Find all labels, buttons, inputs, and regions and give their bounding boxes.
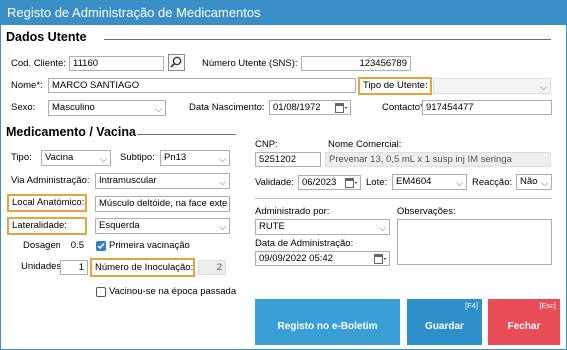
- sexo-label: Sexo:: [11, 102, 36, 113]
- contacto-label: Contacto*:: [382, 102, 427, 113]
- data-administracao-label: Data de Administração:: [255, 238, 354, 249]
- subtipo-label: Subtipo:: [120, 152, 155, 163]
- chevron-down-icon: ⌵: [219, 222, 226, 232]
- guardar-label: Guardar: [425, 321, 464, 332]
- nome-comercial-label: Nome Comercial:: [328, 139, 402, 150]
- via-administracao-value: Intramuscular: [99, 175, 157, 186]
- calendar-icon[interactable]: [374, 254, 387, 264]
- chevron-down-icon: ⌵: [379, 223, 386, 233]
- cod-cliente-label: Cod. Cliente:: [11, 58, 66, 69]
- section-title-dados-utente: Dados Utente: [6, 30, 87, 44]
- chevron-down-icon: ⌵: [219, 200, 226, 210]
- primeira-vacinacao-checkbox[interactable]: [96, 241, 106, 251]
- local-anatomico-label: Local Anatómico:: [12, 197, 85, 208]
- sexo-value: Masculino: [52, 102, 95, 113]
- data-administracao-input[interactable]: 09/09/2022 05:42: [255, 251, 390, 266]
- cnp-label: CNP:: [255, 139, 278, 150]
- title-bar: Registo de Administração de Medicamentos: [1, 1, 566, 25]
- primeira-vacinacao-label: Primeira vacinação: [109, 240, 190, 251]
- registo-eboletim-label: Registo no e-Boletim: [277, 321, 378, 332]
- via-administracao-label: Via Administração:: [11, 175, 90, 186]
- numero-utente-input[interactable]: 123456789: [301, 56, 411, 71]
- numero-utente-label: Número Utente (SNS):: [202, 58, 298, 69]
- guardar-button[interactable]: [F4] Guardar: [407, 299, 482, 345]
- nome-comercial-input: Prevenar 13, 0,5 mL x 1 susp inj IM seri…: [325, 152, 551, 167]
- registo-eboletim-button[interactable]: Registo no e-Boletim: [255, 299, 400, 345]
- lote-select[interactable]: EM4604 ⌵: [392, 174, 467, 190]
- observacoes-textarea[interactable]: [397, 219, 552, 265]
- data-administracao-value: 09/09/2022 05:42: [259, 253, 333, 264]
- dosagem-input[interactable]: 0.5: [60, 238, 88, 253]
- guardar-shortcut: [F4]: [465, 301, 478, 310]
- lateralidade-label: Lateralidade:: [12, 220, 67, 231]
- numero-inoculacao-label: Número de Inoculação:: [95, 262, 194, 273]
- chevron-down-icon: ⌵: [456, 178, 463, 188]
- cod-cliente-input[interactable]: 11160: [69, 56, 164, 71]
- tipo-label: Tipo:: [11, 152, 32, 163]
- app-window: Registo de Administração de Medicamentos…: [0, 0, 567, 350]
- window-title: Registo de Administração de Medicamentos: [7, 5, 261, 20]
- fechar-button[interactable]: [Esc] Fechar: [488, 299, 560, 345]
- cnp-input[interactable]: 5251202: [255, 152, 321, 167]
- unidades-label: Unidades:: [21, 261, 64, 272]
- vacinou-checkbox[interactable]: [96, 287, 106, 297]
- reaccao-label: Reacção:: [472, 177, 513, 188]
- sexo-select[interactable]: Masculino ⌵: [48, 100, 166, 116]
- tipo-select[interactable]: Vacina ⌵: [41, 150, 111, 166]
- validade-value: 06/2023: [302, 177, 337, 188]
- check-icon: [97, 243, 105, 250]
- vacinou-label: Vacinou-se na época passada: [109, 286, 237, 297]
- subtipo-select[interactable]: Pn13 ⌵: [160, 150, 230, 166]
- subtipo-value: Pn13: [164, 152, 187, 163]
- administrado-label: Administrado por:: [255, 206, 330, 217]
- local-anatomico-value: Músculo deltóide, na face exte: [99, 198, 228, 209]
- reaccao-select[interactable]: Não ⌵: [516, 174, 552, 190]
- administrado-select[interactable]: RUTE ⌵: [255, 219, 390, 235]
- fechar-shortcut: [Esc]: [539, 301, 556, 310]
- tipo-value: Vacina: [45, 152, 74, 163]
- nome-label: Nome*:: [11, 80, 43, 91]
- tipo-utente-select[interactable]: ⌵: [433, 78, 551, 94]
- search-button[interactable]: [168, 54, 185, 71]
- local-anatomico-select[interactable]: Músculo deltóide, na face exte ⌵: [95, 196, 230, 212]
- section-title-medicamento: Medicamento / Vacina: [6, 125, 136, 139]
- nome-input[interactable]: MARCO SANTIAGO: [48, 78, 356, 93]
- section-divider: [104, 39, 551, 40]
- chevron-down-icon: ⌵: [219, 154, 226, 164]
- data-nascimento-value: 01/08/1972: [273, 102, 321, 113]
- tipo-utente-label: Tipo de Utente:: [363, 80, 428, 91]
- column-divider: [255, 198, 552, 199]
- section-divider: [137, 134, 236, 135]
- calendar-icon[interactable]: [335, 103, 348, 113]
- administrado-value: RUTE: [259, 221, 285, 232]
- lateralidade-select[interactable]: Esquerda ⌵: [95, 218, 230, 234]
- unidades-input[interactable]: 1: [60, 260, 88, 275]
- chevron-down-icon: ⌵: [219, 177, 226, 187]
- chevron-down-icon: ⌵: [155, 104, 162, 114]
- observacoes-label: Observações:: [397, 206, 456, 217]
- lote-label: Lote:: [366, 177, 388, 188]
- chevron-down-icon: ⌵: [100, 154, 107, 164]
- chevron-down-icon: ⌵: [540, 82, 547, 92]
- via-administracao-select[interactable]: Intramuscular ⌵: [95, 173, 230, 189]
- numero-inoculacao-input: 2: [198, 260, 226, 275]
- lateralidade-value: Esquerda: [99, 220, 140, 231]
- validade-input[interactable]: 06/2023: [298, 175, 361, 190]
- lote-value: EM4604: [396, 176, 432, 187]
- fechar-label: Fechar: [507, 321, 541, 332]
- chevron-down-icon: ⌵: [541, 178, 548, 188]
- reaccao-value: Não: [520, 176, 538, 187]
- validade-label: Validade:: [255, 177, 294, 188]
- calendar-icon[interactable]: [345, 178, 358, 188]
- contacto-input[interactable]: 917454477: [422, 100, 552, 115]
- magnifier-icon: [170, 56, 182, 68]
- data-nascimento-input[interactable]: 01/08/1972: [269, 100, 351, 115]
- data-nascimento-label: Data Nascimento:: [189, 102, 265, 113]
